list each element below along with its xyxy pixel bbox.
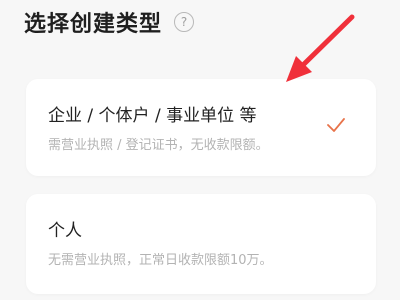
option-description: 需营业执照 / 登记证书，无收款限额。 bbox=[48, 138, 269, 153]
option-card-enterprise[interactable]: 企业 / 个体户 / 事业单位 等 需营业执照 / 登记证书，无收款限额。 bbox=[26, 79, 376, 176]
option-title: 个人 bbox=[48, 221, 82, 241]
option-title: 企业 / 个体户 / 事业单位 等 bbox=[48, 106, 257, 126]
page-header: 选择创建类型 ? bbox=[24, 6, 195, 38]
page-title: 选择创建类型 bbox=[24, 12, 163, 37]
question-circle-icon[interactable]: ? bbox=[174, 12, 195, 32]
option-description: 无需营业执照，正常日收款限额10万。 bbox=[48, 253, 273, 268]
checkmark-icon bbox=[327, 118, 345, 132]
option-card-personal[interactable]: 个人 无需营业执照，正常日收款限额10万。 bbox=[26, 194, 376, 294]
